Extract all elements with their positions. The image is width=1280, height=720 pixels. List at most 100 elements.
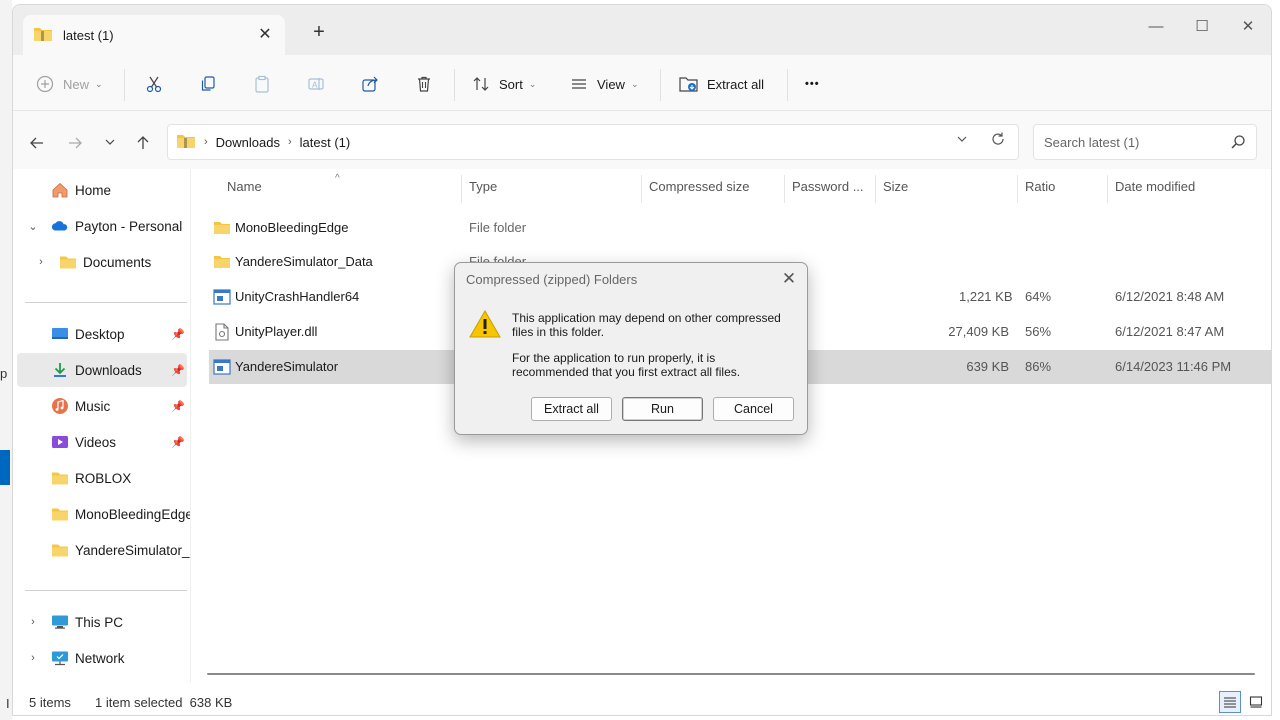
sidebar-item-videos[interactable]: Videos 📌 [13, 425, 190, 459]
pin-icon: 📌 [171, 436, 185, 449]
copy-button[interactable] [198, 69, 218, 99]
chevron-right-icon[interactable]: › [27, 616, 39, 628]
network-icon [51, 649, 69, 667]
file-name: UnityPlayer.dll [235, 324, 318, 339]
extract-all-button[interactable]: Extract all [679, 69, 764, 99]
paste-button[interactable] [252, 69, 272, 99]
folder-icon [214, 222, 230, 234]
run-button[interactable]: Run [622, 397, 703, 421]
details-view-icon [1224, 697, 1236, 708]
toolbar-divider [787, 69, 788, 101]
address-bar[interactable]: › Downloads › latest (1) [167, 124, 1019, 160]
share-icon [360, 74, 380, 94]
column-header-size[interactable]: Size [883, 179, 908, 194]
chevron-right-icon[interactable]: › [27, 652, 39, 664]
column-divider[interactable] [1017, 175, 1018, 203]
details-view-button[interactable] [1219, 691, 1241, 713]
cut-button[interactable] [144, 69, 164, 99]
file-name: MonoBleedingEdge [235, 220, 349, 235]
folder-icon [59, 253, 77, 271]
column-header-name[interactable]: Name [227, 179, 262, 194]
maximize-button[interactable]: ☐ [1179, 13, 1225, 41]
column-divider[interactable] [875, 175, 876, 203]
horizontal-scrollbar[interactable] [191, 673, 1255, 677]
command-bar: New ⌄ A Sort ⌄ View ⌄ Extract all ••• [13, 55, 1271, 111]
cancel-button[interactable]: Cancel [713, 397, 794, 421]
sidebar-item-network[interactable]: › Network [13, 641, 190, 675]
column-header-date-modified[interactable]: Date modified [1115, 179, 1195, 194]
column-divider[interactable] [784, 175, 785, 203]
address-dropdown-button[interactable] [956, 133, 968, 148]
tiles-view-button[interactable] [1245, 691, 1267, 713]
column-divider[interactable] [641, 175, 642, 203]
breadcrumb-latest[interactable]: latest (1) [300, 135, 351, 150]
refresh-button[interactable] [990, 131, 1006, 152]
arrow-up-icon [137, 136, 149, 149]
sidebar-item-label: Videos [75, 434, 117, 450]
sidebar-item-desktop[interactable]: Desktop 📌 [13, 317, 190, 351]
sidebar-item-onedrive[interactable]: ⌄ Payton - Personal [13, 209, 190, 243]
chevron-down-icon [957, 136, 967, 142]
sidebar-item-music[interactable]: Music 📌 [13, 389, 190, 423]
scrollbar-thumb[interactable] [207, 673, 1255, 675]
new-tab-button[interactable]: + [307, 21, 331, 44]
recent-locations-button[interactable] [98, 135, 122, 155]
share-button[interactable] [360, 69, 380, 99]
sidebar-item-yanderesimulator-data[interactable]: YandereSimulator_D [13, 533, 191, 567]
breadcrumb-downloads[interactable]: Downloads [216, 135, 280, 150]
sidebar-item-this-pc[interactable]: › This PC [13, 605, 190, 639]
forward-button[interactable] [63, 135, 87, 155]
search-input[interactable] [1044, 134, 1224, 150]
tab-close-icon[interactable]: ✕ [255, 25, 275, 45]
breadcrumb-separator-icon: › [204, 136, 208, 148]
minimize-button[interactable]: — [1133, 13, 1179, 41]
navigation-row: › Downloads › latest (1) [13, 111, 1271, 169]
extract-all-dialog-button[interactable]: Extract all [531, 397, 612, 421]
tab-latest[interactable]: latest (1) ✕ [23, 15, 285, 55]
sidebar-item-monobleedingedge[interactable]: MonoBleedingEdge [13, 497, 190, 531]
table-row[interactable]: MonoBleedingEdge File folder [209, 211, 1271, 245]
chevron-down-icon[interactable]: ⌄ [27, 220, 39, 233]
sidebar-item-label: YandereSimulator_D [75, 542, 191, 558]
folder-icon [51, 469, 69, 487]
column-divider[interactable] [461, 175, 462, 203]
sidebar-item-documents[interactable]: › Documents [13, 245, 190, 279]
chevron-right-icon[interactable]: › [35, 256, 47, 268]
svg-text:A: A [312, 81, 318, 90]
view-button[interactable]: View ⌄ [569, 69, 639, 99]
item-count: 5 items [29, 695, 71, 710]
extract-all-label: Extract all [707, 76, 765, 92]
new-button[interactable]: New ⌄ [35, 69, 103, 99]
desktop-background: p I [0, 0, 12, 720]
close-window-button[interactable]: ✕ [1225, 13, 1271, 41]
breadcrumb-separator-icon: › [288, 136, 292, 148]
dialog-close-button[interactable]: ✕ [777, 269, 801, 291]
folder-icon [51, 505, 69, 523]
sidebar-divider [25, 590, 187, 591]
sidebar-item-downloads[interactable]: Downloads 📌 [17, 353, 187, 387]
sidebar-item-home[interactable]: Home [13, 173, 190, 207]
column-header-compressed-size[interactable]: Compressed size [649, 179, 749, 194]
more-options-button[interactable]: ••• [805, 69, 820, 99]
rename-button[interactable]: A [306, 69, 326, 99]
sort-button[interactable]: Sort ⌄ [471, 69, 536, 99]
zip-folder-icon [176, 133, 196, 152]
file-ratio: 64% [1025, 289, 1052, 304]
back-button[interactable] [25, 135, 49, 155]
exe-icon [213, 289, 231, 305]
up-button[interactable] [131, 135, 155, 155]
desktop-icon [51, 325, 69, 343]
sidebar-item-roblox[interactable]: ROBLOX [13, 461, 190, 495]
status-bar: 5 items 1 item selected 638 KB [13, 687, 1271, 715]
column-divider[interactable] [1107, 175, 1108, 203]
file-name: YandereSimulator [235, 359, 339, 374]
sidebar-item-label: Desktop [75, 326, 125, 342]
search-box[interactable] [1033, 124, 1257, 160]
list-view-icon [569, 74, 589, 94]
column-header-ratio[interactable]: Ratio [1025, 179, 1055, 194]
delete-button[interactable] [414, 69, 434, 99]
column-header-password[interactable]: Password ... [792, 179, 864, 194]
sidebar-item-label: Documents [83, 254, 152, 270]
file-size: 639 KB [966, 359, 1009, 374]
column-header-type[interactable]: Type [469, 179, 497, 194]
